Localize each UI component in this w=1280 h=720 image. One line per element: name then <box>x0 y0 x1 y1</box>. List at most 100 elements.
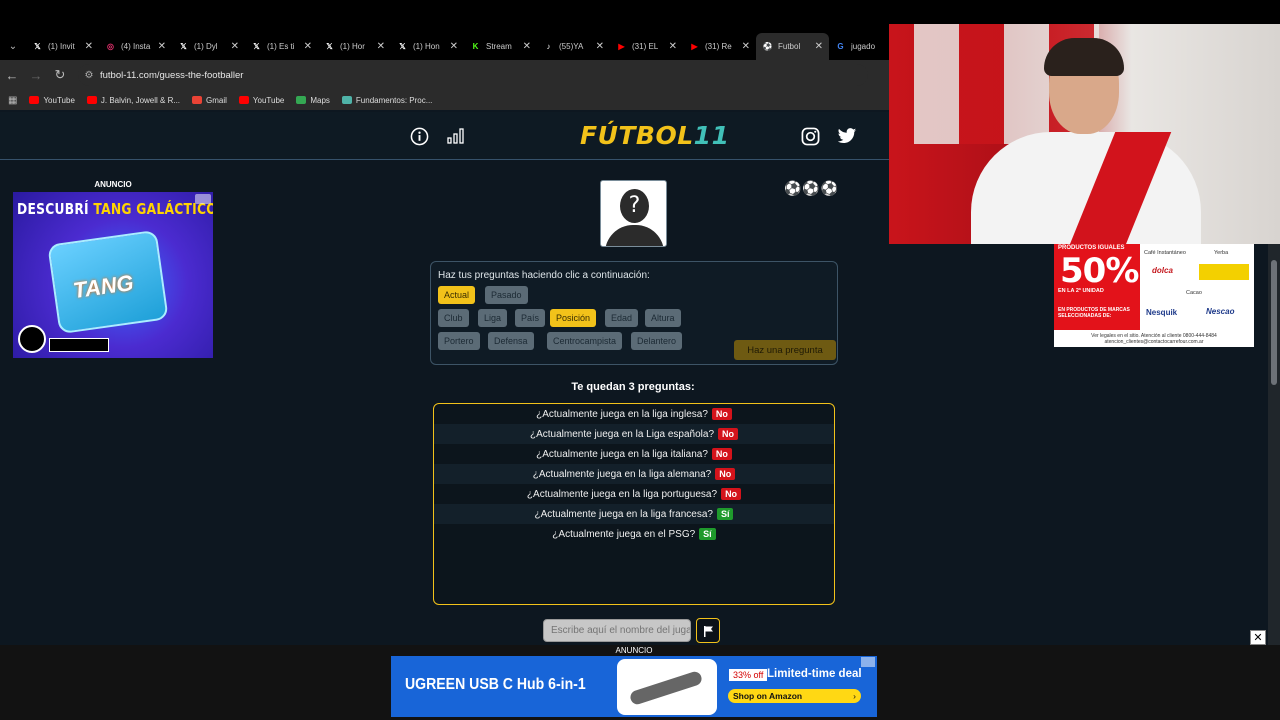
close-tab-icon[interactable]: ✕ <box>85 41 93 52</box>
browser-tab[interactable]: ▶ (31) Re ✕ <box>683 33 756 60</box>
close-tab-icon[interactable]: ✕ <box>596 41 604 52</box>
answer-row: ¿Actualmente juega en la liga portuguesa… <box>434 484 834 504</box>
browser-tab[interactable]: ⚽ Futbol ✕ <box>756 33 829 60</box>
bottom-ad-brand: UGREEN USB C Hub 6-in-1 <box>405 676 586 693</box>
answer-question: ¿Actualmente juega en la liga alemana? <box>532 468 712 480</box>
browser-tab[interactable]: ♪ (55)YA ✕ <box>537 33 610 60</box>
info-icon[interactable] <box>409 126 429 146</box>
close-ad-button[interactable]: ✕ <box>1250 630 1266 645</box>
close-tab-icon[interactable]: ✕ <box>669 41 677 52</box>
browser-tab[interactable]: K Stream ✕ <box>464 33 537 60</box>
shop-amazon-button[interactable]: Shop on Amazon › <box>728 689 861 703</box>
tab-title: Futbol <box>778 42 801 51</box>
chip-liga[interactable]: Liga <box>478 309 508 327</box>
close-tab-icon[interactable]: ✕ <box>815 41 823 52</box>
chip-posici-n[interactable]: Posición <box>550 309 597 327</box>
tab-search-icon[interactable]: ⌄ <box>0 41 26 52</box>
promo-unit: EN LA 2ª UNIDAD <box>1058 288 1104 294</box>
bookmark-item[interactable]: Maps <box>296 96 330 105</box>
chip-portero[interactable]: Portero <box>438 332 480 350</box>
bookmark-item[interactable]: YouTube <box>29 95 75 105</box>
close-tab-icon[interactable]: ✕ <box>158 41 166 52</box>
futbol11-icon: ⚽ <box>762 42 773 51</box>
browser-tab[interactable]: 𝕏 (1) Hon ✕ <box>391 33 464 60</box>
scrollbar-thumb[interactable] <box>1271 260 1277 385</box>
answer-question: ¿Actualmente juega en la liga italiana? <box>536 448 708 460</box>
adchoices-icon[interactable] <box>861 657 875 667</box>
yerba-products <box>1199 264 1249 280</box>
answer-row: ¿Actualmente juega en la Liga española? N… <box>434 424 834 444</box>
chip-actual[interactable]: Actual <box>438 286 476 304</box>
close-tab-icon[interactable]: ✕ <box>231 41 239 52</box>
ask-question-button[interactable]: Haz una pregunta <box>734 340 836 360</box>
answer-question: ¿Actualmente juega en la Liga española? <box>529 428 715 440</box>
lives-balls-icon: ⚽⚽⚽ <box>784 180 840 196</box>
forward-icon[interactable]: → <box>24 68 48 83</box>
reload-icon[interactable]: ↻ <box>48 67 72 83</box>
answer-row: ¿Actualmente juega en la liga italiana? N… <box>434 444 834 464</box>
answer-question: ¿Actualmente juega en la liga portuguesa… <box>526 488 718 500</box>
chip-edad[interactable]: Edad <box>605 309 639 327</box>
brand-nescao: Nescao <box>1206 307 1235 316</box>
close-tab-icon[interactable]: ✕ <box>304 41 312 52</box>
question-hint: Haz tus preguntas haciendo clic a contin… <box>438 270 650 281</box>
usb-hub-image <box>617 659 717 715</box>
bottom-ad-ugreen[interactable]: UGREEN USB C Hub 6-in-1 33% off Limited-… <box>391 656 877 717</box>
close-tab-icon[interactable]: ✕ <box>377 41 385 52</box>
bookmark-item[interactable]: Fundamentos: Proc... <box>341 95 433 105</box>
chip-pasado[interactable]: Pasado <box>485 286 528 304</box>
chip-pa-s[interactable]: País <box>515 309 546 327</box>
left-ad-headline-a: DESCUBRÍ <box>17 200 89 218</box>
answer-question: ¿Actualmente juega en la liga inglesa? <box>536 408 708 420</box>
instagram-icon[interactable] <box>800 126 820 146</box>
x-logo-icon: 𝕏 <box>253 42 260 51</box>
browser-tab[interactable]: ◎ (4) Insta ✕ <box>99 33 172 60</box>
tiktok-icon: ♪ <box>546 42 551 51</box>
tab-title: (1) Invit <box>48 42 75 51</box>
browser-tab[interactable]: 𝕏 (1) Invit ✕ <box>26 33 99 60</box>
chip-altura[interactable]: Altura <box>645 309 681 327</box>
apps-grid-icon[interactable]: ▦ <box>8 95 17 106</box>
adchoices-icon[interactable] <box>195 194 211 204</box>
bookmark-item[interactable]: J. Balvin, Jowell & R... <box>86 96 180 105</box>
flag-give-up-button[interactable] <box>696 618 720 643</box>
hub-cable <box>628 669 704 707</box>
answer-row: ¿Actualmente juega en el PSG? Sí <box>434 524 834 544</box>
bookmark-item[interactable]: YouTube <box>238 96 284 105</box>
browser-tab[interactable]: 𝕏 (1) Dyl ✕ <box>172 33 245 60</box>
browser-tab[interactable]: 𝕏 (1) Hor ✕ <box>318 33 391 60</box>
stats-icon[interactable] <box>446 126 466 146</box>
close-tab-icon[interactable]: ✕ <box>450 41 458 52</box>
site-info-icon[interactable]: ⚙ <box>78 70 100 81</box>
tab-title: (31) Re <box>705 42 732 51</box>
site-header: FÚTBOL11 <box>0 112 890 160</box>
tab-title: (1) Hon <box>413 42 440 51</box>
answer-badge: Sí <box>699 528 716 540</box>
silhouette-body <box>605 225 664 246</box>
close-tab-icon[interactable]: ✕ <box>523 41 531 52</box>
answer-badge: No <box>715 468 736 480</box>
guess-player-input[interactable] <box>543 619 691 642</box>
address-bar[interactable]: ⚙ futbol-11.com/guess-the-footballer <box>78 64 868 86</box>
chip-centrocampista[interactable]: Centrocampista <box>547 332 623 350</box>
answer-question: ¿Actualmente juega en el PSG? <box>552 528 696 540</box>
bookmark-label: YouTube <box>43 95 75 105</box>
chip-club[interactable]: Club <box>438 309 469 327</box>
right-ad-carrefour[interactable]: PRODUCTOS IGUALES 50% EN LA 2ª UNIDAD EN… <box>1054 244 1254 347</box>
back-icon[interactable]: ← <box>0 68 24 83</box>
twitter-icon[interactable] <box>837 126 857 146</box>
address-row: ← → ↻ ⚙ futbol-11.com/guess-the-football… <box>0 60 890 90</box>
bookmark-label: Fundamentos: Proc... <box>355 95 433 105</box>
logo-accent: 11 <box>693 121 730 150</box>
bookmark-favicon-icon <box>192 96 203 104</box>
browser-tab[interactable]: 𝕏 (1) Es ti ✕ <box>245 33 318 60</box>
chip-defensa[interactable]: Defensa <box>488 332 534 350</box>
bookmark-item[interactable]: Gmail <box>192 96 227 105</box>
chip-delantero[interactable]: Delantero <box>631 332 683 350</box>
left-ad-tang[interactable]: DESCUBRÍ TANG GALÁCTICO TANG <box>13 192 213 358</box>
left-ad-label: ANUNCIO <box>94 180 132 189</box>
site-logo[interactable]: FÚTBOL11 <box>580 121 729 150</box>
browser-tab[interactable]: ▶ (31) EL ✕ <box>610 33 683 60</box>
close-tab-icon[interactable]: ✕ <box>742 41 750 52</box>
tab-title: jugado <box>851 42 876 51</box>
